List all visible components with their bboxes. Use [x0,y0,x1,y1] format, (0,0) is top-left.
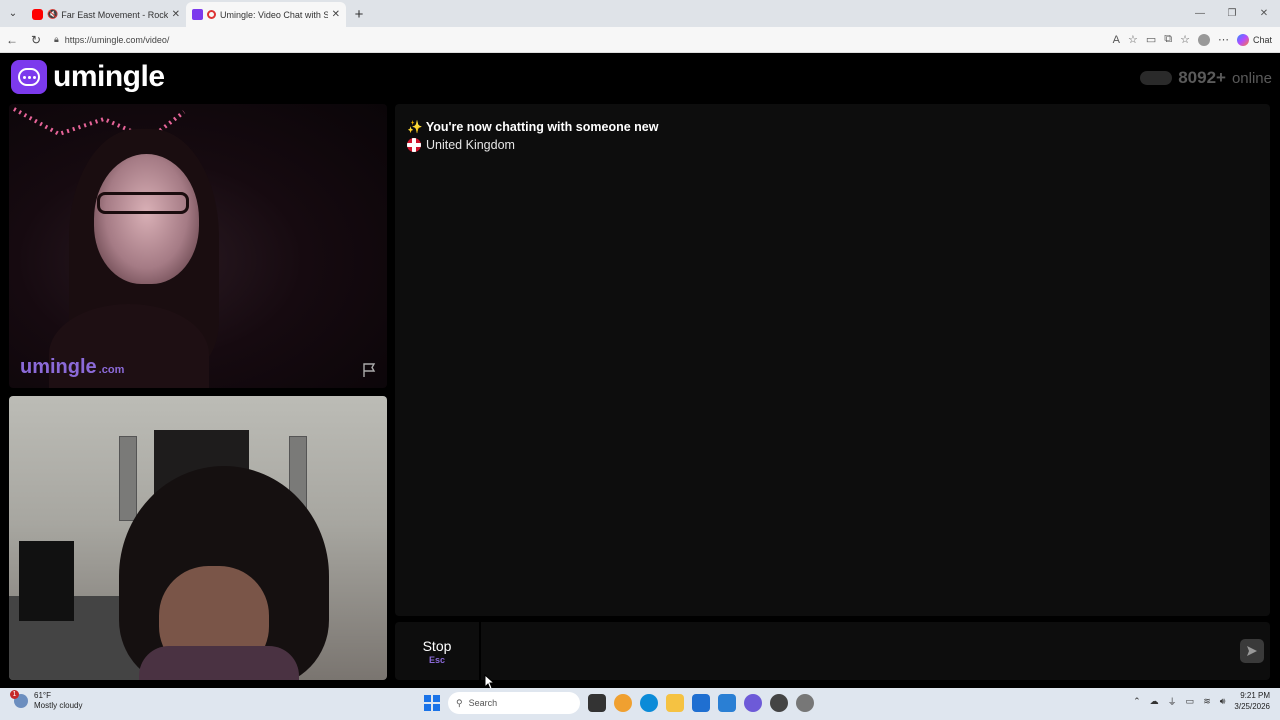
umingle-page: umingle 8092+ online umingle .com ✨ You'… [0,54,1280,690]
maximize-icon[interactable]: ❐ [1216,0,1248,27]
weather-icon: 1 [10,690,28,708]
chat-log: ✨ You're now chatting with someone new U… [395,104,1270,616]
weather-widget[interactable]: 1 61°F Mostly cloudy [10,690,83,711]
browser-tab-bar: ⌄ 🔇 Far East Movement - Rocketeer ✕ Umin… [0,0,1280,27]
url-text: https://umingle.com/video/ [64,34,170,45]
more-icon[interactable]: ⋯ [1218,33,1229,46]
task-view-icon[interactable] [588,694,606,712]
stop-shortcut: Esc [428,654,445,665]
store-icon[interactable] [692,694,710,712]
wifi-icon[interactable]: ≋ [1203,696,1211,707]
camera-icon[interactable]: ▭ [1146,33,1156,46]
taskbar-apps: ⚲ Search [424,692,814,714]
online-label: online [1231,69,1272,87]
site-logo[interactable]: umingle [11,60,165,94]
chat-input-row: Stop Esc [395,622,1270,680]
send-icon [1247,646,1257,656]
message-input[interactable] [481,622,1240,680]
site-info-icon[interactable]: 🔒︎ [54,34,59,45]
umingle-icon [192,9,203,20]
window-controls: — ❐ ✕ [1184,0,1280,27]
self-video [9,396,387,680]
favorite-star-icon[interactable]: ☆ [1128,33,1138,46]
edge-icon[interactable] [640,694,658,712]
country-message: United Kingdom [407,138,515,152]
country-text: United Kingdom [426,138,515,152]
weather-desc: Mostly cloudy [34,701,83,710]
wall-art [119,436,137,521]
tab-title: Far East Movement - Rocketeer [61,9,168,20]
stranger-glasses [97,192,189,214]
cloud-icon[interactable]: ☁ [1150,696,1159,707]
taskbar-search[interactable]: ⚲ Search [448,692,580,714]
report-flag-icon[interactable] [361,362,377,378]
discord-icon[interactable] [744,694,762,712]
online-count: 8092+ [1178,68,1226,87]
windows-taskbar: 1 61°F Mostly cloudy ⚲ Search ⌃ ☁ ⏚ ▭ ≋ … [0,688,1280,720]
volume-icon[interactable]: 🔊︎ [1220,696,1226,707]
copilot-chat-button[interactable]: Chat [1236,33,1272,46]
chevron-up-icon[interactable]: ⌃ [1133,696,1141,707]
search-placeholder: Search [468,698,498,708]
sparkles-icon: ✨ [407,120,423,134]
settings-icon[interactable] [796,694,814,712]
minimize-icon[interactable]: — [1184,0,1216,27]
app-icon[interactable] [770,694,788,712]
back-icon[interactable]: ← [0,28,24,52]
online-counter: 8092+ online [1140,68,1272,88]
start-icon[interactable] [424,695,440,711]
logo-text: umingle [53,60,165,93]
refresh-icon[interactable]: ↻ [24,28,48,52]
stop-label: Stop [422,637,452,654]
send-button[interactable] [1240,639,1264,663]
video-watermark: umingle .com [20,356,124,379]
watermark-text: umingle [20,356,97,378]
stranger-face [94,154,199,284]
browser-toolbar: A ☆ ▭ ⧉ ☆ ⋯ Chat [1113,33,1280,46]
youtube-icon [32,9,43,20]
address-bar: ← ↻ 🔒︎ https://umingle.com/video/ A ☆ ▭ … [0,27,1280,53]
tab-youtube[interactable]: 🔇 Far East Movement - Rocketeer ✕ [26,2,186,27]
temperature: 61°F [34,691,51,700]
system-tray: ⌃ ☁ ⏚ ▭ ≋ 🔊︎ 9:21 PM 3/25/2026 [1133,690,1270,712]
favorites-icon[interactable]: ☆ [1180,33,1190,46]
chat-label: Chat [1252,34,1272,45]
time: 9:21 PM [1240,691,1270,700]
recording-icon [207,10,216,19]
search-icon: ⚲ [456,697,463,708]
clock[interactable]: 9:21 PM 3/25/2026 [1234,690,1270,712]
copilot-app-icon[interactable] [614,694,632,712]
extensions-icon[interactable]: ⧉ [1164,33,1172,46]
usb-icon[interactable]: ⏚ [1168,695,1177,708]
display-icon[interactable]: ▭ [1186,696,1195,707]
stop-button[interactable]: Stop Esc [395,622,481,680]
theme-toggle[interactable] [1140,71,1173,85]
muted-speaker-icon[interactable]: 🔇 [47,9,58,20]
file-explorer-icon[interactable] [666,694,684,712]
monitor [19,541,74,621]
profile-icon[interactable] [1197,33,1210,46]
close-window-icon[interactable]: ✕ [1248,0,1280,27]
tab-actions-icon[interactable]: ⌄ [0,0,26,27]
watermark-suffix: .com [98,364,125,376]
message-text: You're now chatting with someone new [425,120,659,134]
chat-bubble-icon [11,60,47,94]
tab-umingle[interactable]: Umingle: Video Chat with Strangers ✕ [186,2,346,27]
tab-title: Umingle: Video Chat with Strangers [220,9,328,20]
close-tab-icon[interactable]: ✕ [172,9,180,20]
copilot-icon [1236,33,1249,46]
close-tab-icon[interactable]: ✕ [332,9,340,20]
url-field[interactable]: 🔒︎ https://umingle.com/video/ [48,30,1113,50]
notification-badge: 1 [10,690,19,699]
system-message: ✨ You're now chatting with someone new [407,120,658,135]
uk-flag-icon [407,138,421,152]
outlook-icon[interactable] [718,694,736,712]
date: 3/25/2026 [1234,702,1270,711]
read-aloud-icon[interactable]: A [1113,34,1120,46]
self-shirt [139,646,299,680]
new-tab-button[interactable]: + [346,2,372,27]
stranger-video: umingle .com [9,104,387,388]
